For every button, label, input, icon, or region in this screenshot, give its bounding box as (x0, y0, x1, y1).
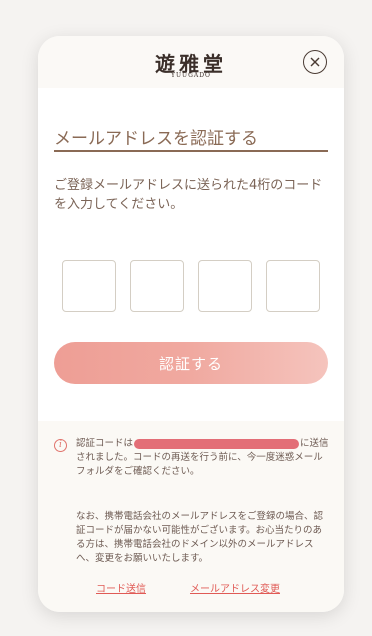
code-input-3[interactable] (198, 260, 252, 312)
close-icon (310, 57, 320, 67)
code-input-1[interactable] (62, 260, 116, 312)
resend-code-link[interactable]: コード送信 (96, 580, 146, 595)
change-email-link[interactable]: メールアドレス変更 (190, 580, 280, 595)
instruction-text: ご登録メールアドレスに送られた4桁のコードを入力してください。 (54, 178, 323, 212)
page-title: メールアドレスを認証する (54, 129, 258, 149)
verification-modal: 遊雅堂 YUUGADO メールアドレスを認証する ご登録メールアドレスに送られた… (38, 36, 344, 612)
close-button[interactable] (303, 50, 327, 74)
redacted-email (134, 438, 300, 449)
carrier-notice: なお、携帯電話会社のメールアドレスをご登録の場合、認証コードが届かない可能性がご… (76, 511, 324, 564)
verify-button[interactable]: 認証する (54, 342, 328, 384)
sent-notice: 認証コードは に送信されました。コードの再送を行う前に、今一度迷惑メールフォルダを… (76, 437, 330, 479)
modal-header: 遊雅堂 YUUGADO (38, 36, 344, 88)
info-icon: i (54, 439, 67, 452)
sent-notice-prefix: 認証コードは (76, 438, 134, 449)
help-section: i 認証コードは に送信されました。コードの再送を行う前に、今一度迷惑メールフォル… (38, 421, 344, 612)
logo-subtitle: YUUGADO (171, 72, 211, 79)
code-input-2[interactable] (130, 260, 184, 312)
code-input-4[interactable] (266, 260, 320, 312)
title-divider (54, 150, 328, 152)
